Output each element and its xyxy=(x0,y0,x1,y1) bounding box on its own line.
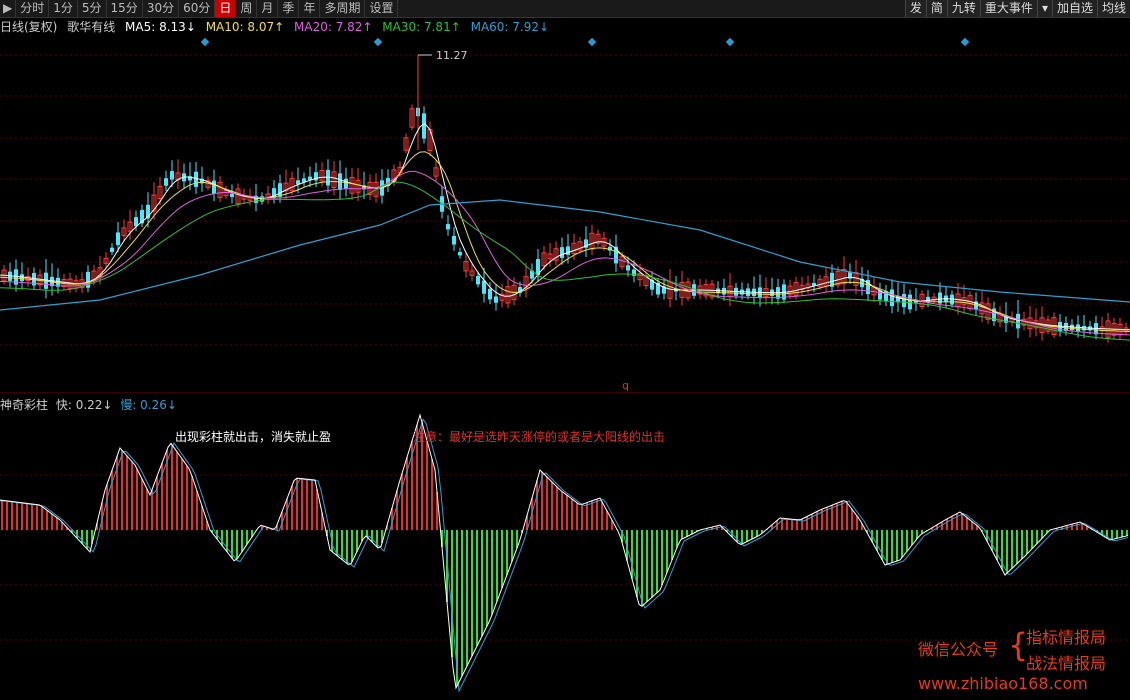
candle-body xyxy=(116,232,120,245)
event-marker-icon xyxy=(373,37,383,47)
candle-body xyxy=(902,294,906,308)
q-marker: q xyxy=(622,379,629,392)
candle-body xyxy=(482,280,486,294)
panel-divider xyxy=(0,392,1130,393)
event-marker-icon xyxy=(725,37,735,47)
oscillator-name: 神奇彩柱 xyxy=(0,398,49,412)
candle-body xyxy=(134,217,138,227)
candle-body xyxy=(164,178,168,186)
oscillator-info-line: 神奇彩柱 快: 0.22↓ 慢: 0.26↓ xyxy=(0,397,181,413)
candle-body xyxy=(560,247,564,258)
candle-body xyxy=(452,235,456,245)
candle-body xyxy=(476,275,480,285)
candle-body xyxy=(20,274,24,282)
high-price-label: 11.27 xyxy=(436,49,468,62)
event-marker-icon xyxy=(200,37,210,47)
candle-body xyxy=(890,289,894,307)
event-marker-icon xyxy=(960,37,970,47)
chart-canvas[interactable]: 11.27 q xyxy=(0,0,1130,700)
candle-body xyxy=(344,178,348,189)
candle-body xyxy=(626,265,630,271)
candle-body xyxy=(494,296,498,303)
fast-value: 快: 0.22↓ xyxy=(55,398,113,412)
annotation-note-prefix: 注意： xyxy=(413,430,450,444)
candle-body xyxy=(194,171,198,187)
watermark-url: www.zhibiao168.com xyxy=(918,674,1088,693)
candle-body xyxy=(110,247,114,252)
candle-body xyxy=(488,288,492,300)
candle-body xyxy=(278,183,282,197)
candle-body xyxy=(212,180,216,194)
watermark-name1: 指标情报局 xyxy=(1026,628,1107,647)
watermark-wechat: 微信公众号 xyxy=(918,640,999,659)
annotation-note: 注意：最好是选昨天涨停的或者是大阳线的出击 xyxy=(413,428,665,445)
event-marker-icon xyxy=(587,37,597,47)
candle-body xyxy=(458,252,462,256)
annotation-strategy: 出现彩柱就出击，消失就止盈 xyxy=(175,430,332,444)
slow-value: 慢: 0.26↓ xyxy=(120,398,177,412)
candle-body xyxy=(422,113,426,139)
candle-body xyxy=(446,224,450,230)
annotation-note-text: 最好是选昨天涨停的或者是大阳线的出击 xyxy=(449,430,666,444)
candle-body xyxy=(230,193,234,197)
candle-body xyxy=(566,246,570,255)
candle-body xyxy=(170,171,174,180)
watermark-name2: 战法情报局 xyxy=(1026,654,1107,673)
candle-body xyxy=(1016,313,1020,329)
